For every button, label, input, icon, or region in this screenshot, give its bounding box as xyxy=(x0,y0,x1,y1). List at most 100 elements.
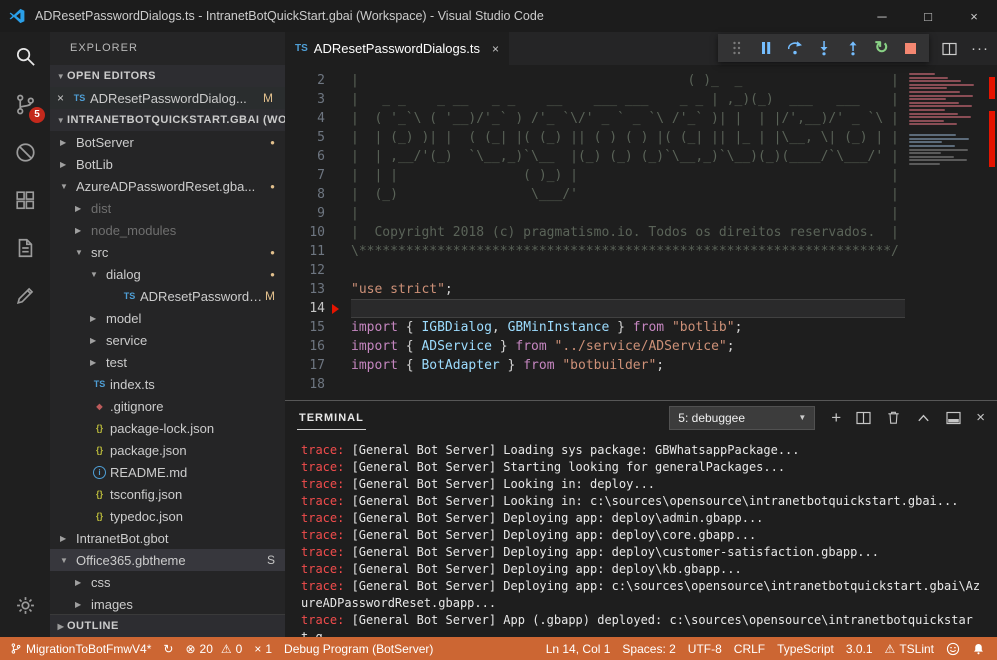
line-number[interactable]: 3 xyxy=(285,90,351,109)
maximize-panel-icon[interactable] xyxy=(916,411,931,425)
tree-item-typedoc-json[interactable]: {}typedoc.json xyxy=(50,505,285,527)
line-number[interactable]: 14 xyxy=(285,299,351,318)
code-line[interactable] xyxy=(351,261,905,280)
terminal-output[interactable]: trace: [General Bot Server] Loading sys … xyxy=(285,434,997,637)
line-number[interactable]: 7 xyxy=(285,166,351,185)
code-line[interactable] xyxy=(351,299,905,318)
line-number[interactable]: 10 xyxy=(285,223,351,242)
tree-item-dist[interactable]: ▶dist xyxy=(50,197,285,219)
code-area[interactable]: | ( )_ _ || _ _ _ __ _ _ __ ___ ___ _ _ … xyxy=(351,65,905,400)
cursor-position-item[interactable]: Ln 14, Col 1 xyxy=(540,637,617,660)
code-line[interactable]: | | | ( )_) | | xyxy=(351,166,905,185)
line-number[interactable]: 18 xyxy=(285,375,351,394)
extra-count-item[interactable]: × 1 xyxy=(248,637,278,660)
chevron-down-icon[interactable]: ▼ xyxy=(58,182,76,191)
line-number[interactable]: 5 xyxy=(285,128,351,147)
tree-item-index-ts[interactable]: TSindex.ts xyxy=(50,373,285,395)
workspace-header[interactable]: ▼ INTRANETBOTQUICKSTART.GBAI (WO... xyxy=(50,109,285,131)
line-number[interactable]: 6 xyxy=(285,147,351,166)
code-line[interactable]: import { ADService } from "../service/AD… xyxy=(351,337,905,356)
git-branch-item[interactable]: MigrationToBotFmwV4* xyxy=(0,637,157,660)
editor-gutter[interactable]: 23456789101112131415161718 xyxy=(285,65,351,400)
chevron-down-icon[interactable]: ▼ xyxy=(73,248,91,257)
tree-item-office365-gbtheme[interactable]: ▼Office365.gbthemeS xyxy=(50,549,285,571)
chevron-right-icon[interactable]: ▶ xyxy=(58,534,76,543)
kill-terminal-icon[interactable] xyxy=(886,410,901,425)
more-actions-icon[interactable]: ··· xyxy=(971,40,989,57)
chevron-down-icon[interactable]: ▼ xyxy=(58,556,76,565)
tree-item-src[interactable]: ▼src● xyxy=(50,241,285,263)
code-line[interactable]: | ( )_ _ | xyxy=(351,71,905,90)
line-number[interactable]: 17 xyxy=(285,356,351,375)
chevron-right-icon[interactable]: ▶ xyxy=(88,358,106,367)
line-number[interactable]: 11 xyxy=(285,242,351,261)
tree-item-adresetpassworddial[interactable]: TSADResetPasswordDial...M xyxy=(50,285,285,307)
chevron-right-icon[interactable]: ▶ xyxy=(88,314,106,323)
outline-header[interactable]: ▶ OUTLINE xyxy=(50,614,285,637)
line-number[interactable]: 9 xyxy=(285,204,351,223)
code-line[interactable]: | | xyxy=(351,204,905,223)
eol-item[interactable]: CRLF xyxy=(728,637,771,660)
step-over-icon[interactable] xyxy=(781,36,808,60)
chevron-right-icon[interactable]: ▶ xyxy=(88,336,106,345)
terminal-select[interactable]: 5: debuggee ▼ xyxy=(669,406,815,430)
line-number[interactable]: 4 xyxy=(285,109,351,128)
feedback-smiley-icon[interactable] xyxy=(940,637,966,660)
code-line[interactable]: "use strict"; xyxy=(351,280,905,299)
encoding-item[interactable]: UTF-8 xyxy=(682,637,728,660)
tree-item-botserver[interactable]: ▶BotServer● xyxy=(50,131,285,153)
close-icon[interactable]: × xyxy=(57,91,71,105)
line-number[interactable]: 15 xyxy=(285,318,351,337)
tree-item-intranetbot-gbot[interactable]: ▶IntranetBot.gbot xyxy=(50,527,285,549)
code-line[interactable]: \***************************************… xyxy=(351,242,905,261)
source-control-icon[interactable]: 5 xyxy=(0,80,50,128)
search-icon[interactable] xyxy=(0,32,50,80)
step-into-icon[interactable] xyxy=(810,36,837,60)
close-button[interactable]: × xyxy=(951,0,997,32)
tab-terminal[interactable]: TERMINAL xyxy=(297,406,366,430)
stop-icon[interactable] xyxy=(897,36,924,60)
tab-adresetpassworddialogs[interactable]: TS ADResetPasswordDialogs.ts × xyxy=(285,32,509,65)
pause-icon[interactable] xyxy=(752,36,779,60)
code-line[interactable]: import { BotAdapter } from "botbuilder"; xyxy=(351,356,905,375)
tree-item-package-json[interactable]: {}package.json xyxy=(50,439,285,461)
minimap[interactable] xyxy=(905,65,985,400)
tree-item-model[interactable]: ▶model xyxy=(50,307,285,329)
edit-icon[interactable] xyxy=(0,272,50,320)
chevron-down-icon[interactable]: ▼ xyxy=(88,270,106,279)
code-line[interactable]: | Copyright 2018 (c) pragmatismo.io. Tod… xyxy=(351,223,905,242)
tree-item-botlib[interactable]: ▶BotLib xyxy=(50,153,285,175)
code-line[interactable]: | (_) \___/' | xyxy=(351,185,905,204)
tree-item-package-lock-json[interactable]: {}package-lock.json xyxy=(50,417,285,439)
notifications-bell-icon[interactable] xyxy=(966,637,991,660)
code-line[interactable] xyxy=(351,375,905,394)
document-icon[interactable] xyxy=(0,224,50,272)
indentation-item[interactable]: Spaces: 2 xyxy=(616,637,681,660)
code-line[interactable]: | | ,__/'(_) `\__,_)`\__ |(_) (_) (_)`\_… xyxy=(351,147,905,166)
open-editors-header[interactable]: ▼ OPEN EDITORS xyxy=(50,65,285,87)
tree-item-tsconfig-json[interactable]: {}tsconfig.json xyxy=(50,483,285,505)
tree-item-css[interactable]: ▶css xyxy=(50,571,285,593)
split-terminal-icon[interactable] xyxy=(856,411,871,425)
problems-item[interactable]: ⊗ 20 ⚠ 0 xyxy=(179,637,248,660)
language-item[interactable]: TypeScript xyxy=(771,637,840,660)
split-editor-icon[interactable] xyxy=(942,42,957,56)
chevron-right-icon[interactable]: ▶ xyxy=(73,578,91,587)
line-number[interactable]: 8 xyxy=(285,185,351,204)
tree-item-azureadpasswordreset-gba[interactable]: ▼AzureADPasswordReset.gba...● xyxy=(50,175,285,197)
maximize-button[interactable]: □ xyxy=(905,0,951,32)
editor[interactable]: 23456789101112131415161718 | ( )_ _ || _… xyxy=(285,65,997,400)
panel-layout-icon[interactable] xyxy=(946,411,961,425)
code-line[interactable]: import { IGBDialog, GBMinInstance } from… xyxy=(351,318,905,337)
tree-item-node-modules[interactable]: ▶node_modules xyxy=(50,219,285,241)
code-line[interactable]: | | (_) )| | ( (_| |( (_) || ( ) ( ) |( … xyxy=(351,128,905,147)
tree-item-service[interactable]: ▶service xyxy=(50,329,285,351)
tree-item-images[interactable]: ▶images xyxy=(50,593,285,614)
tree-item-readme-md[interactable]: iREADME.md xyxy=(50,461,285,483)
settings-gear-icon[interactable] xyxy=(0,581,50,629)
ts-version-item[interactable]: 3.0.1 xyxy=(840,637,879,660)
sync-item[interactable]: ↻ xyxy=(157,637,179,660)
line-number[interactable]: 12 xyxy=(285,261,351,280)
restart-icon[interactable]: ↻ xyxy=(868,36,895,60)
close-tab-icon[interactable]: × xyxy=(492,42,499,56)
